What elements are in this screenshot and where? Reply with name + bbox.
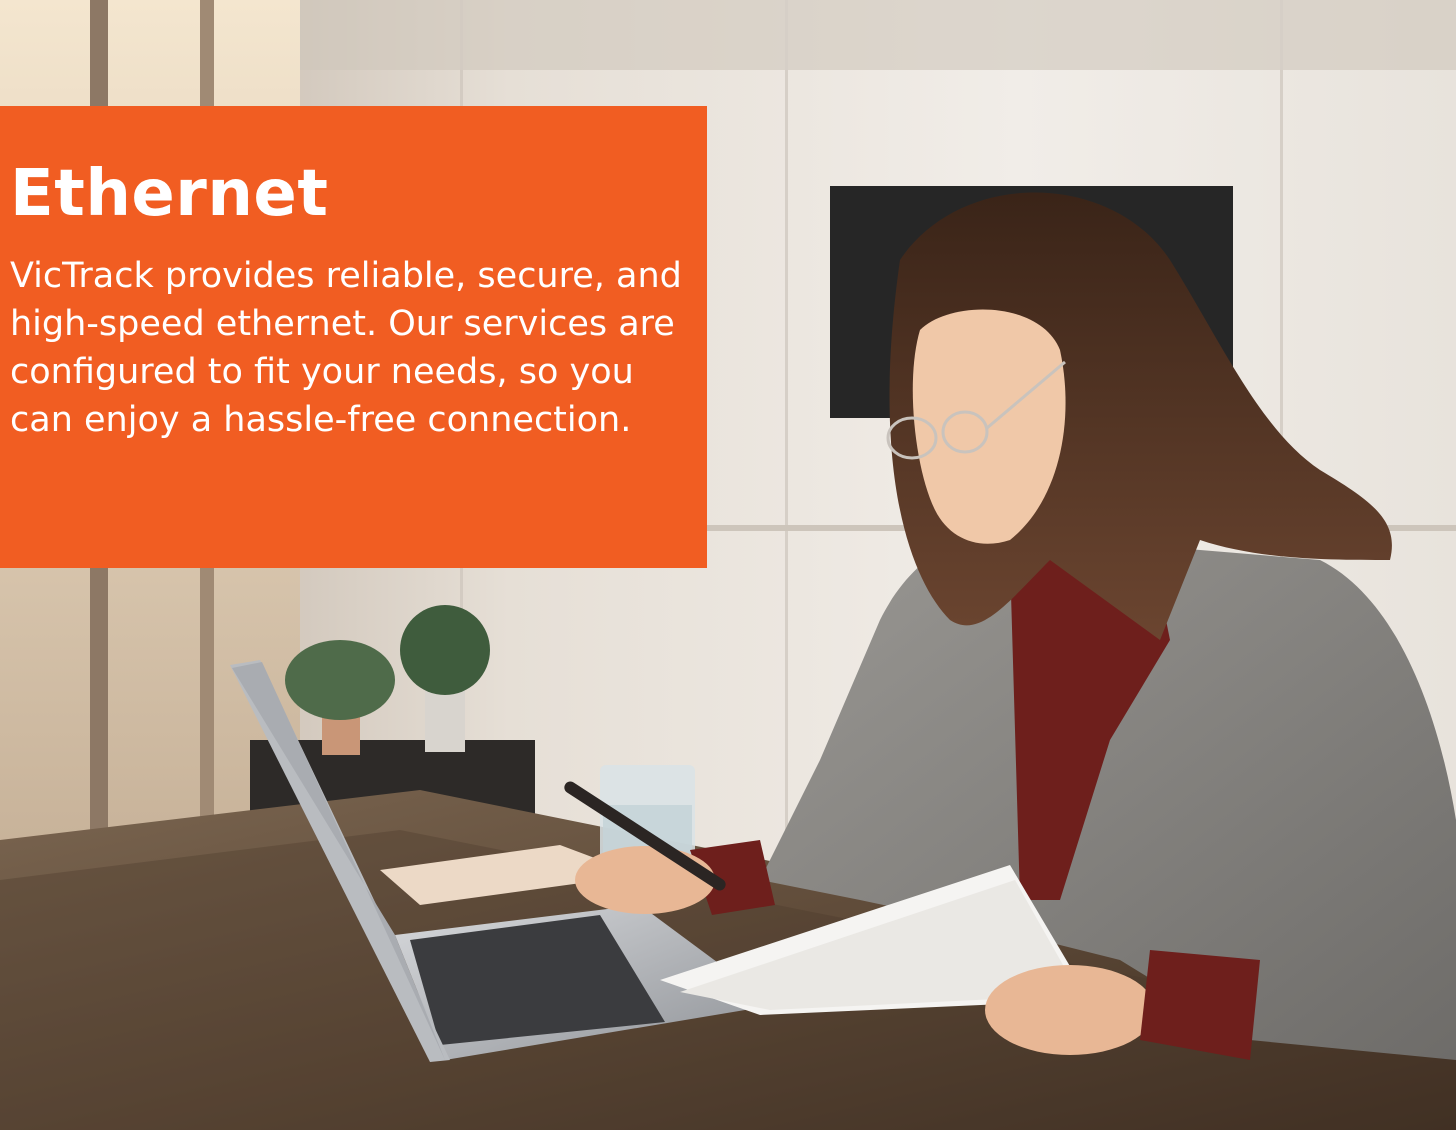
page-title: Ethernet — [10, 157, 329, 231]
hero-description: VicTrack provides reliable, secure, and … — [10, 256, 682, 440]
hero-banner: Ethernet VicTrack provides reliable, sec… — [0, 0, 1456, 1130]
ethernet-info-panel: Ethernet VicTrack provides reliable, sec… — [0, 106, 707, 568]
